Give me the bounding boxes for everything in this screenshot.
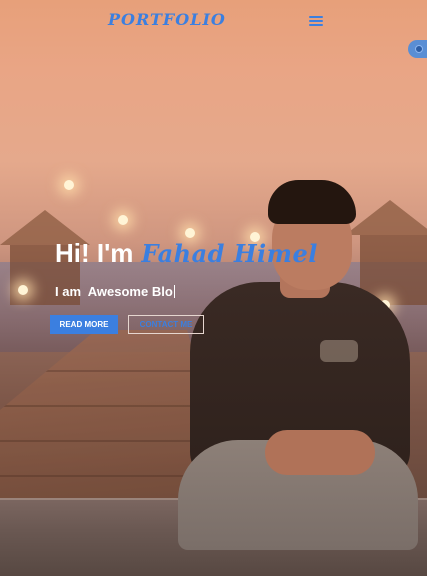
hero-greeting: Hi! I'm Fahad Himel	[55, 238, 318, 269]
contact-me-button[interactable]: CONTACT ME	[128, 315, 204, 334]
hamburger-menu-icon[interactable]	[309, 14, 323, 28]
greeting-name: Fahad Himel	[141, 239, 318, 268]
person-hair	[268, 180, 356, 224]
tagline-text: I am Awesome Blo	[55, 284, 173, 299]
greeting-lead: Hi! I'm	[55, 238, 134, 268]
settings-toggle-icon[interactable]	[408, 40, 427, 58]
beach-hut-roof-right	[345, 200, 427, 235]
typing-cursor	[173, 285, 175, 298]
person-arms	[265, 430, 375, 475]
lamp-light	[64, 180, 74, 190]
lamp-light	[118, 215, 128, 225]
shirt-badge	[320, 340, 358, 362]
typed-tagline: I am Awesome Blo	[55, 284, 175, 299]
lamp-light	[18, 285, 28, 295]
lamp-light	[185, 228, 195, 238]
read-more-button[interactable]: READ MORE	[50, 315, 118, 334]
brand-logo[interactable]: PORTFOLIO	[108, 10, 226, 29]
